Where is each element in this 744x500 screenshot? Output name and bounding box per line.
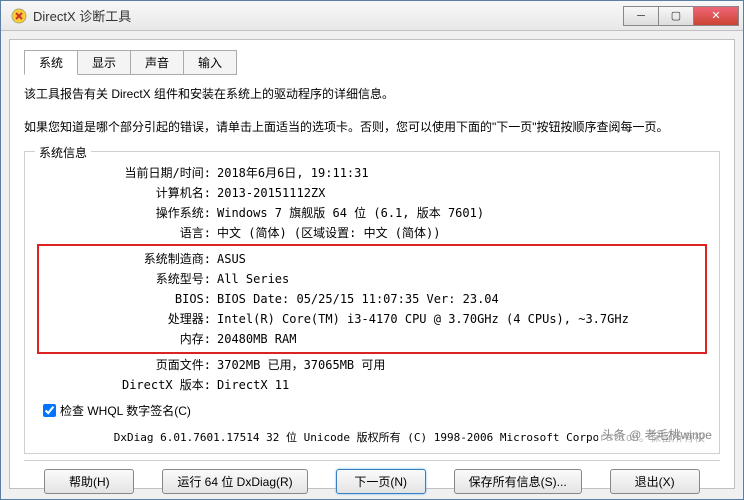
tab-strip: 系统 显示 声音 输入 <box>24 50 720 75</box>
minimize-button[interactable]: ─ <box>623 6 659 26</box>
label: DirectX 版本: <box>37 376 217 394</box>
save-button[interactable]: 保存所有信息(S)... <box>454 469 582 494</box>
intro-text: 该工具报告有关 DirectX 组件和安装在系统上的驱动程序的详细信息。 如果您… <box>24 85 720 137</box>
value: BIOS Date: 05/25/15 11:07:35 Ver: 23.04 <box>217 290 699 308</box>
label: 系统制造商: <box>45 250 217 268</box>
watermark: 头条 @ 老毛桃winpe <box>598 425 716 444</box>
row-cpu: 处理器: Intel(R) Core(TM) i3-4170 CPU @ 3.7… <box>45 310 699 328</box>
label: 当前日期/时间: <box>37 164 217 182</box>
titlebar: DirectX 诊断工具 ─ ▢ ✕ <box>1 1 743 31</box>
value: DirectX 11 <box>217 376 707 394</box>
tab-sound[interactable]: 声音 <box>130 50 184 75</box>
row-pagefile: 页面文件: 3702MB 已用，37065MB 可用 <box>37 356 707 374</box>
intro-p1: 该工具报告有关 DirectX 组件和安装在系统上的驱动程序的详细信息。 <box>24 85 720 104</box>
label: 处理器: <box>45 310 217 328</box>
help-button[interactable]: 帮助(H) <box>44 469 134 494</box>
main-panel: 系统 显示 声音 输入 该工具报告有关 DirectX 组件和安装在系统上的驱动… <box>9 39 735 489</box>
row-computer: 计算机名: 2013-20151112ZX <box>37 184 707 202</box>
dxdiag-window: DirectX 诊断工具 ─ ▢ ✕ 系统 显示 声音 输入 该工具报告有关 D… <box>0 0 744 500</box>
value: 2018年6月6日, 19:11:31 <box>217 164 707 182</box>
run64-button[interactable]: 运行 64 位 DxDiag(R) <box>162 469 307 494</box>
client-area: 系统 显示 声音 输入 该工具报告有关 DirectX 组件和安装在系统上的驱动… <box>1 31 743 497</box>
label: BIOS: <box>45 290 217 308</box>
tab-input[interactable]: 输入 <box>183 50 237 75</box>
row-os: 操作系统: Windows 7 旗舰版 64 位 (6.1, 版本 7601) <box>37 204 707 222</box>
whql-checkbox[interactable] <box>43 404 56 417</box>
label: 页面文件: <box>37 356 217 374</box>
value: 中文 (简体) (区域设置: 中文 (简体)) <box>217 224 707 242</box>
row-datetime: 当前日期/时间: 2018年6月6日, 19:11:31 <box>37 164 707 182</box>
value: Intel(R) Core(TM) i3-4170 CPU @ 3.70GHz … <box>217 310 699 328</box>
label: 系统型号: <box>45 270 217 288</box>
group-title: 系统信息 <box>35 144 91 161</box>
intro-p2: 如果您知道是哪个部分引起的错误，请单击上面适当的选项卡。否则，您可以使用下面的"… <box>24 118 720 137</box>
value: 3702MB 已用，37065MB 可用 <box>217 356 707 374</box>
window-title: DirectX 诊断工具 <box>33 6 624 25</box>
row-mfr: 系统制造商: ASUS <box>45 250 699 268</box>
maximize-button[interactable]: ▢ <box>658 6 694 26</box>
next-button[interactable]: 下一页(N) <box>336 469 426 494</box>
system-info-group: 系统信息 当前日期/时间: 2018年6月6日, 19:11:31 计算机名: … <box>24 151 720 454</box>
close-button[interactable]: ✕ <box>693 6 739 26</box>
info-rows: 当前日期/时间: 2018年6月6日, 19:11:31 计算机名: 2013-… <box>37 164 707 394</box>
row-mem: 内存: 20480MB RAM <box>45 330 699 348</box>
label: 计算机名: <box>37 184 217 202</box>
value: All Series <box>217 270 699 288</box>
highlight-box: 系统制造商: ASUS 系统型号: All Series BIOS: BIOS … <box>37 244 707 354</box>
row-lang: 语言: 中文 (简体) (区域设置: 中文 (简体)) <box>37 224 707 242</box>
label: 内存: <box>45 330 217 348</box>
row-model: 系统型号: All Series <box>45 270 699 288</box>
label: 语言: <box>37 224 217 242</box>
value: Windows 7 旗舰版 64 位 (6.1, 版本 7601) <box>217 204 707 222</box>
app-icon <box>11 8 27 24</box>
row-dx: DirectX 版本: DirectX 11 <box>37 376 707 394</box>
label: 操作系统: <box>37 204 217 222</box>
tab-system[interactable]: 系统 <box>24 50 78 75</box>
row-bios: BIOS: BIOS Date: 05/25/15 11:07:35 Ver: … <box>45 290 699 308</box>
value: 2013-20151112ZX <box>217 184 707 202</box>
button-bar: 帮助(H) 运行 64 位 DxDiag(R) 下一页(N) 保存所有信息(S)… <box>24 460 720 494</box>
value: ASUS <box>217 250 699 268</box>
whql-label: 检查 WHQL 数字签名(C) <box>60 402 191 419</box>
value: 20480MB RAM <box>217 330 699 348</box>
tab-display[interactable]: 显示 <box>77 50 131 75</box>
window-controls: ─ ▢ ✕ <box>624 6 739 26</box>
exit-button[interactable]: 退出(X) <box>610 469 700 494</box>
whql-checkbox-row[interactable]: 检查 WHQL 数字签名(C) <box>43 402 707 419</box>
